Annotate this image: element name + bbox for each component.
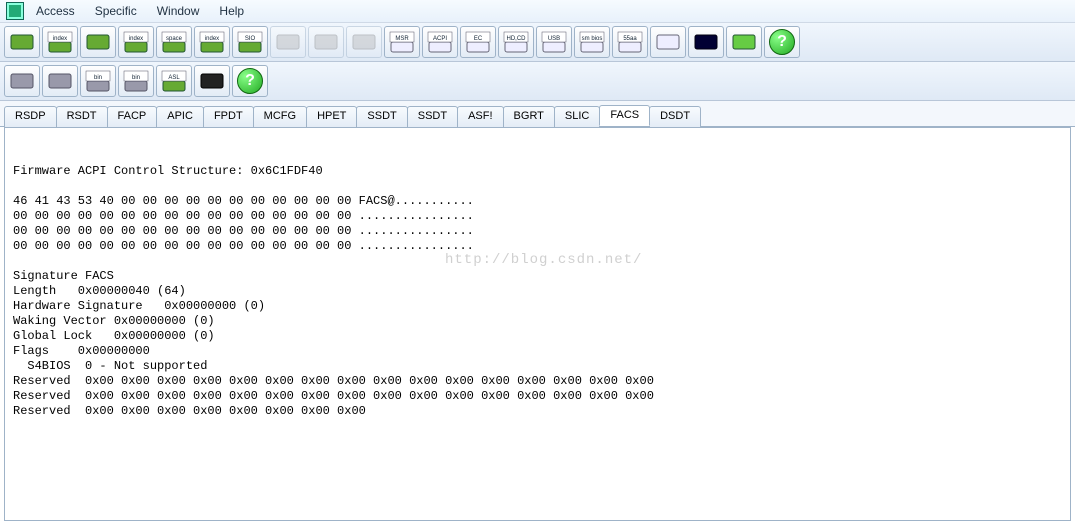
asl-icon[interactable]: ASL [156, 65, 192, 97]
chip-green-icon[interactable] [726, 26, 762, 58]
svg-text:bin: bin [132, 75, 140, 81]
svg-text:ASL: ASL [168, 75, 180, 81]
tab-fpdt-4[interactable]: FPDT [203, 106, 254, 127]
app-icon [6, 2, 24, 20]
sio-icon[interactable]: SIO [232, 26, 268, 58]
svg-text:55aa: 55aa [623, 36, 637, 42]
help-icon[interactable]: ? [232, 65, 268, 97]
gray1-icon [270, 26, 306, 58]
terminal-icon[interactable] [688, 26, 724, 58]
svg-text:index: index [53, 36, 67, 42]
tab-asf-9[interactable]: ASF! [457, 106, 503, 127]
svg-text:ACPI: ACPI [433, 36, 447, 42]
tab-slic-11[interactable]: SLIC [554, 106, 600, 127]
svg-text:sm bios: sm bios [582, 36, 603, 42]
chip-index2-icon[interactable]: index [118, 26, 154, 58]
save-bin-multi-icon[interactable]: bin [118, 65, 154, 97]
hex-dump-text: Firmware ACPI Control Structure: 0x6C1FD… [13, 164, 1062, 419]
chip1-icon[interactable] [4, 26, 40, 58]
save-icon[interactable] [4, 65, 40, 97]
tab-apic-3[interactable]: APIC [156, 106, 204, 127]
svg-text:index: index [205, 36, 219, 42]
tab-row: RSDPRSDTFACPAPICFPDTMCFGHPETSSDTSSDTASF!… [0, 101, 1075, 127]
menu-window[interactable]: Window [149, 2, 208, 20]
svg-text:SIO: SIO [245, 36, 256, 42]
save-multi-icon[interactable] [42, 65, 78, 97]
tab-bgrt-10[interactable]: BGRT [503, 106, 555, 127]
svg-text:HD,CD: HD,CD [507, 36, 527, 42]
acpi-icon[interactable]: ACPI [422, 26, 458, 58]
tab-facs-12[interactable]: FACS [599, 105, 650, 126]
smbios-icon[interactable]: sm bios [574, 26, 610, 58]
svg-text:USB: USB [548, 36, 560, 42]
svg-text:MSR: MSR [395, 36, 409, 42]
gray3-icon [346, 26, 382, 58]
content-area[interactable]: http://blog.csdn.net/ Firmware ACPI Cont… [4, 127, 1071, 521]
chip2-icon[interactable] [80, 26, 116, 58]
main-toolbar: index index space index SIO MSR ACPI EC … [0, 23, 1075, 62]
tab-mcfg-5[interactable]: MCFG [253, 106, 307, 127]
menu-access[interactable]: Access [28, 2, 83, 20]
usb-icon[interactable]: USB [536, 26, 572, 58]
55aa-icon[interactable]: 55aa [612, 26, 648, 58]
menu-bar: Access Specific Window Help [0, 0, 1075, 23]
tab-facp-2[interactable]: FACP [107, 106, 158, 127]
tab-hpet-6[interactable]: HPET [306, 106, 357, 127]
svg-text:index: index [129, 36, 143, 42]
msr-icon[interactable]: MSR [384, 26, 420, 58]
menu-help[interactable]: Help [211, 2, 252, 20]
ec-icon[interactable]: EC [460, 26, 496, 58]
tab-rsdp-0[interactable]: RSDP [4, 106, 57, 127]
tab-rsdt-1[interactable]: RSDT [56, 106, 108, 127]
chip-index-icon[interactable]: index [42, 26, 78, 58]
menu-specific[interactable]: Specific [87, 2, 145, 20]
svg-text:EC: EC [474, 36, 483, 42]
hdcd-icon[interactable]: HD,CD [498, 26, 534, 58]
tab-ssdt-7[interactable]: SSDT [356, 106, 407, 127]
gray2-icon [308, 26, 344, 58]
wave-index-icon[interactable]: index [194, 26, 230, 58]
binoculars-icon[interactable] [194, 65, 230, 97]
svg-text:space: space [166, 36, 183, 42]
help-icon[interactable]: ? [764, 26, 800, 58]
sub-toolbar: bin bin ASL ? [0, 62, 1075, 101]
tab-ssdt-8[interactable]: SSDT [407, 106, 458, 127]
space-icon[interactable]: space [156, 26, 192, 58]
save-bin-icon[interactable]: bin [80, 65, 116, 97]
svg-text:bin: bin [94, 75, 102, 81]
tab-dsdt-13[interactable]: DSDT [649, 106, 701, 127]
monitor-icon[interactable] [650, 26, 686, 58]
